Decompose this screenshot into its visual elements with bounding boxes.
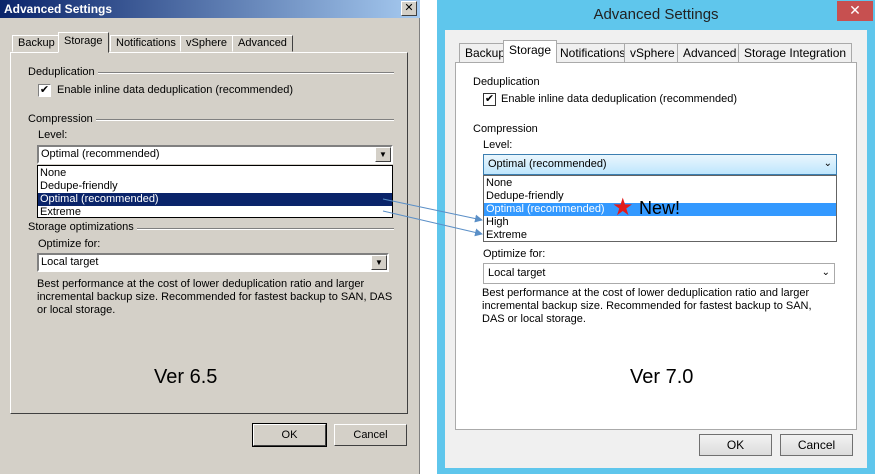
arrow-optimal [382,198,483,223]
tab-storage[interactable]: Storage [503,40,558,63]
comparison-arrows [382,198,483,237]
arrow-extreme [382,210,483,237]
tab-storage[interactable]: Storage [58,32,109,53]
